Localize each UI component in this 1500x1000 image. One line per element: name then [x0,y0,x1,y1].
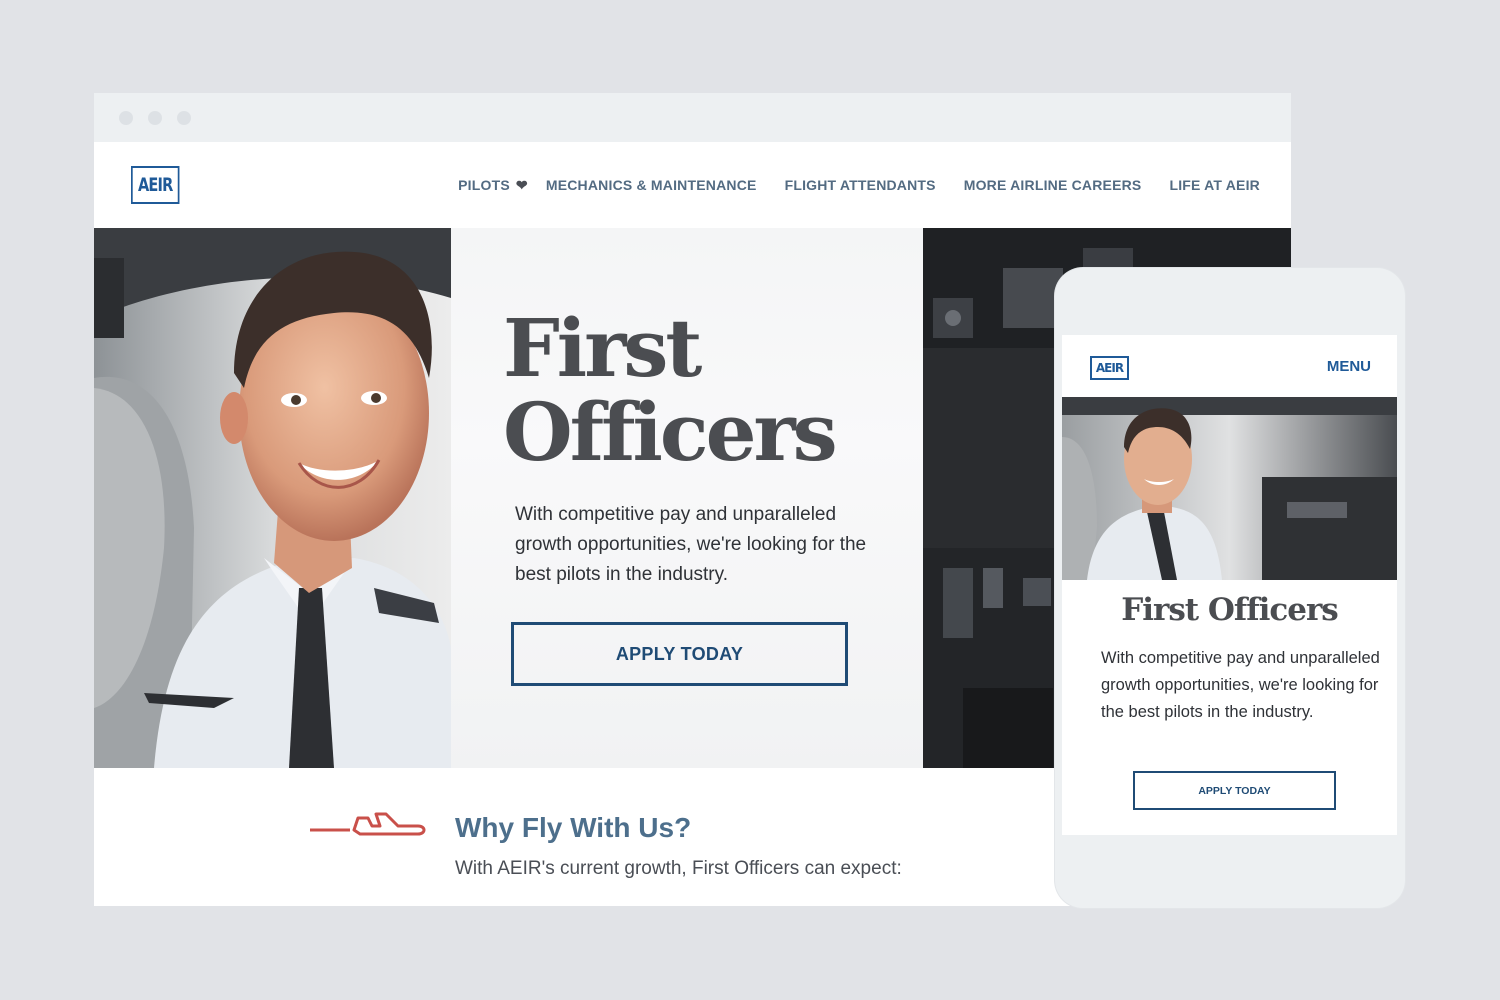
window-dot-minimize[interactable] [148,111,162,125]
nav-pilots-label: PILOTS [458,177,510,193]
mobile-apply-today-button[interactable]: APPLY TODAY [1133,771,1336,810]
hero-title-line-2: Officers [503,385,838,479]
window-dot-maximize[interactable] [177,111,191,125]
main-nav: PILOTS ❤ MECHANICS & MAINTENANCE FLIGHT … [458,177,1260,193]
nav-item-flight-attendants[interactable]: FLIGHT ATTENDANTS [785,177,936,193]
heart-icon: ❤ [515,177,528,193]
mobile-hero-title: First Officers [1121,592,1339,628]
hero-title-line-1: First [503,301,702,395]
why-fly-text: With AEIR's current growth, First Office… [455,858,902,879]
plane-icon [310,808,430,845]
mobile-pilot-photo [1062,397,1397,580]
mobile-screen: AEIR MENU First Officers With competitiv… [1062,335,1397,835]
mobile-hero-description: With competitive pay and unparalleled gr… [1101,649,1380,721]
nav-item-more-careers[interactable]: MORE AIRLINE CAREERS [964,177,1142,193]
browser-chrome [94,93,1291,142]
site-header: AEIR PILOTS ❤ MECHANICS & MAINTENANCE FL… [94,142,1291,228]
pilot-photo [94,228,451,768]
nav-item-life-at-aeir[interactable]: LIFE AT AEIR [1169,177,1260,193]
nav-item-mechanics[interactable]: MECHANICS & MAINTENANCE [546,177,757,193]
window-dot-close[interactable] [119,111,133,125]
hero-title: First Officers [503,306,838,474]
hero-content-panel: First Officers With competitive pay and … [451,228,923,768]
hero-description: With competitive pay and unparalleled gr… [515,504,867,585]
apply-today-button[interactable]: APPLY TODAY [511,622,848,686]
aeir-logo[interactable]: AEIR [131,166,180,204]
mobile-menu-button[interactable]: MENU [1327,358,1371,375]
mobile-aeir-logo[interactable]: AEIR [1090,356,1129,380]
mobile-phone-mockup: AEIR MENU First Officers With competitiv… [1055,268,1405,908]
nav-item-pilots[interactable]: PILOTS ❤ [458,177,528,193]
why-fly-title: Why Fly With Us? [455,812,692,843]
